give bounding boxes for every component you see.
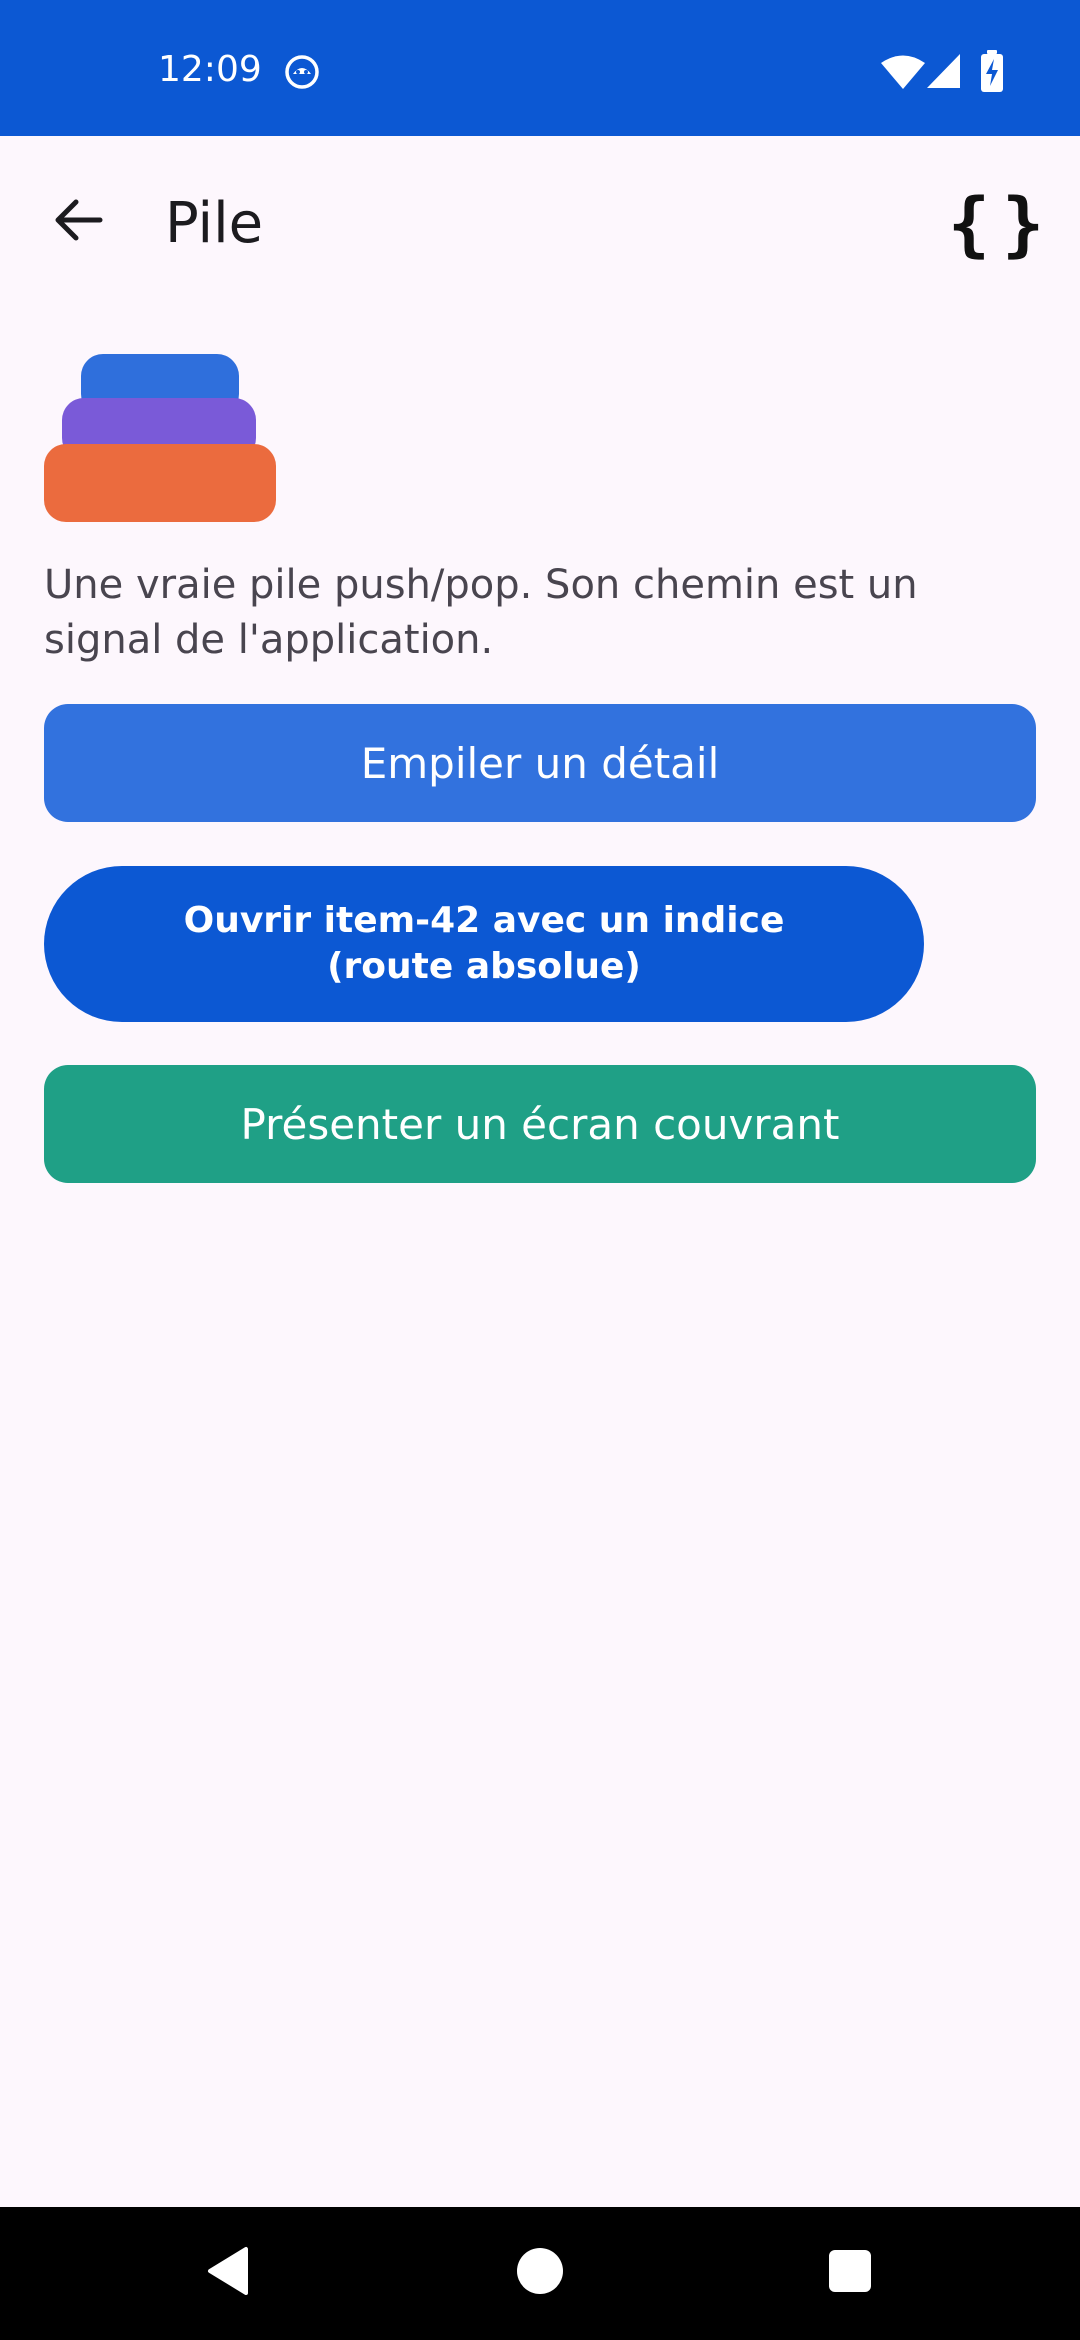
nav-home-button[interactable] [480, 2207, 600, 2340]
present-fullscreen-button[interactable]: Présenter un écran couvrant [44, 1065, 1036, 1183]
stack-layer-bottom [44, 444, 276, 522]
description-text: Une vraie pile push/pop. Son chemin est … [44, 562, 918, 663]
nav-recents-button[interactable] [790, 2207, 910, 2340]
present-fullscreen-label: Présenter un écran couvrant [240, 1099, 840, 1149]
open-item-label: Ouvrir item-42 avec un indice (route abs… [183, 900, 785, 987]
page-title: Pile [165, 191, 264, 256]
push-detail-label: Empiler un détail [360, 738, 720, 788]
open-item-button[interactable]: Ouvrir item-42 avec un indice (route abs… [44, 866, 924, 1022]
status-time: 12:09 [158, 49, 262, 90]
status-bar: 12:09 [0, 0, 1080, 136]
code-braces-icon: {} [947, 183, 1057, 265]
cell-signal-icon [926, 53, 962, 89]
nav-back-button[interactable] [168, 2207, 288, 2340]
battery-charging-icon [980, 50, 1004, 92]
navigation-bar [0, 2207, 1080, 2340]
nav-recents-icon [828, 2249, 872, 2298]
notification-app-icon [284, 54, 320, 90]
nav-back-icon [204, 2245, 252, 2302]
code-view-button[interactable]: {} [947, 176, 1057, 272]
arrow-back-icon [52, 196, 104, 249]
push-detail-button[interactable]: Empiler un détail [44, 704, 1036, 822]
nav-home-icon [515, 2246, 565, 2301]
wifi-icon [880, 54, 926, 90]
back-button[interactable] [36, 180, 120, 264]
stack-icon [44, 354, 276, 522]
